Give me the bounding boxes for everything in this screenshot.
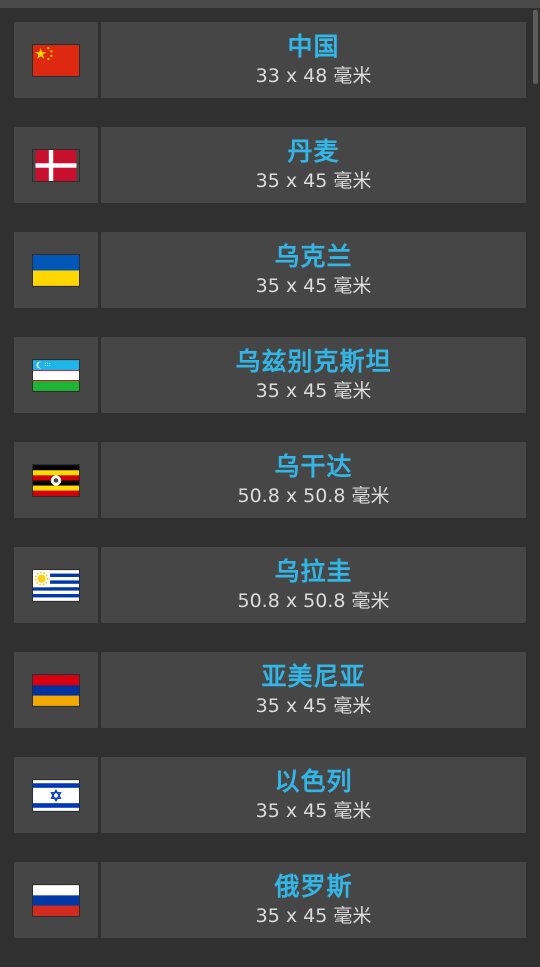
photo-size: 35 x 45 毫米 [255,169,372,192]
country-name: 丹麦 [287,136,340,166]
photo-size: 35 x 45 毫米 [255,904,372,927]
photo-size: 35 x 45 毫米 [255,694,372,717]
russia-flag-icon [33,884,79,916]
photo-size: 50.8 x 50.8 毫米 [237,484,390,507]
list-item[interactable]: 亚美尼亚 35 x 45 毫米 [14,652,526,728]
china-flag-icon [33,44,79,76]
country-list: 中国 33 x 48 毫米 丹麦 35 x 45 毫米 乌克兰 35 x 45 … [14,22,526,967]
list-item[interactable]: 以色列 35 x 45 毫米 [14,757,526,833]
info-cell: 中国 33 x 48 毫米 [101,22,526,98]
flag-cell [14,442,98,518]
uzbekistan-flag-icon [33,359,79,391]
flag-cell [14,127,98,203]
flag-cell [14,652,98,728]
country-name: 中国 [287,31,340,61]
top-bar [0,0,540,8]
photo-size: 35 x 45 毫米 [255,799,372,822]
flag-cell [14,862,98,938]
flag-cell [14,757,98,833]
list-item[interactable]: 乌干达 50.8 x 50.8 毫米 [14,442,526,518]
list-item[interactable]: 俄罗斯 35 x 45 毫米 [14,862,526,938]
country-name: 乌拉圭 [274,556,353,586]
denmark-flag-icon [33,149,79,181]
info-cell: 乌拉圭 50.8 x 50.8 毫米 [101,547,526,623]
country-name: 乌兹别克斯坦 [235,346,392,376]
flag-cell [14,232,98,308]
flag-cell [14,22,98,98]
list-item[interactable]: 中国 33 x 48 毫米 [14,22,526,98]
photo-size: 33 x 48 毫米 [255,64,372,87]
info-cell: 以色列 35 x 45 毫米 [101,757,526,833]
info-cell: 俄罗斯 35 x 45 毫米 [101,862,526,938]
country-name: 以色列 [274,766,353,796]
info-cell: 乌克兰 35 x 45 毫米 [101,232,526,308]
ukraine-flag-icon [33,254,79,286]
flag-cell [14,337,98,413]
scrollbar[interactable] [533,10,538,84]
israel-flag-icon [33,779,79,811]
country-name: 乌克兰 [274,241,353,271]
photo-size: 35 x 45 毫米 [255,274,372,297]
country-name: 亚美尼亚 [261,661,366,691]
photo-size: 50.8 x 50.8 毫米 [237,589,390,612]
info-cell: 乌兹别克斯坦 35 x 45 毫米 [101,337,526,413]
country-name: 俄罗斯 [274,871,353,901]
uruguay-flag-icon [33,569,79,601]
list-item[interactable]: 丹麦 35 x 45 毫米 [14,127,526,203]
armenia-flag-icon [33,674,79,706]
photo-size: 35 x 45 毫米 [255,379,372,402]
flag-cell [14,547,98,623]
info-cell: 亚美尼亚 35 x 45 毫米 [101,652,526,728]
list-item[interactable]: 乌拉圭 50.8 x 50.8 毫米 [14,547,526,623]
list-item[interactable]: 乌兹别克斯坦 35 x 45 毫米 [14,337,526,413]
country-name: 乌干达 [274,451,353,481]
list-item[interactable]: 乌克兰 35 x 45 毫米 [14,232,526,308]
info-cell: 丹麦 35 x 45 毫米 [101,127,526,203]
info-cell: 乌干达 50.8 x 50.8 毫米 [101,442,526,518]
uganda-flag-icon [33,464,79,496]
